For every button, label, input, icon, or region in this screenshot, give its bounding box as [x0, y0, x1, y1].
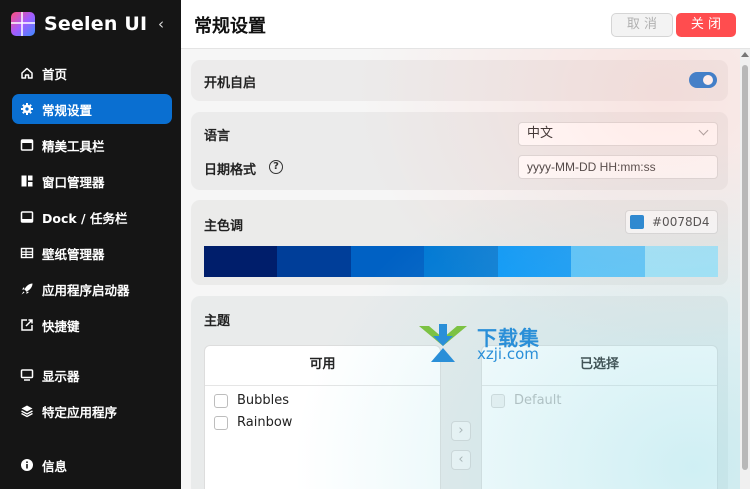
- palette-swatch-5: [497, 246, 572, 277]
- main-content: 常规设置 取 消 关 闭 开机自启 语言 中文 日期格式 ? 主色调 #0078…: [181, 0, 750, 489]
- palette-swatch-7: [644, 246, 718, 277]
- sidebar: Seelen UI ‹ 首页 常规设置 精美工具栏 窗口管理器 Dock / 任…: [0, 0, 181, 489]
- watermark-logo: [419, 324, 467, 362]
- page-title: 常规设置: [194, 16, 266, 37]
- layers-icon: [20, 404, 34, 418]
- sidebar-item-label: 信息: [42, 458, 68, 474]
- sidebar-bottom: 信息: [12, 450, 172, 486]
- scroll-thumb[interactable]: [742, 65, 748, 470]
- accent-color-picker[interactable]: #0078D4: [625, 210, 718, 234]
- palette-swatch-2: [277, 246, 351, 277]
- language-select[interactable]: 中文: [518, 122, 718, 146]
- theme-name: Bubbles: [237, 393, 290, 408]
- scroll-up-icon[interactable]: [741, 52, 749, 57]
- rocket-icon: [20, 282, 34, 296]
- palette-swatch-1: [204, 246, 278, 277]
- toolbar-icon: [20, 138, 34, 152]
- brand: Seelen UI: [11, 12, 147, 36]
- sidebar-item-label: Dock / 任务栏: [42, 210, 128, 226]
- sidebar-item-general-settings[interactable]: 常规设置: [12, 94, 172, 124]
- sidebar-item-home[interactable]: 首页: [12, 58, 172, 88]
- autostart-card: 开机自启: [191, 60, 728, 101]
- available-themes-header: 可用: [205, 346, 440, 386]
- sidebar-item-label: 特定应用程序: [42, 404, 118, 420]
- autostart-toggle[interactable]: [689, 72, 717, 88]
- sidebar-item-label: 首页: [42, 66, 68, 82]
- sidebar-item-label: 应用程序启动器: [42, 282, 130, 298]
- watermark-subtitle: xzji.com: [477, 345, 539, 363]
- palette-swatch-4: [424, 246, 498, 277]
- theme-name: Rainbow: [237, 415, 293, 430]
- sidebar-item-specific-apps[interactable]: 特定应用程序: [12, 396, 172, 426]
- close-button[interactable]: 关 闭: [676, 13, 736, 37]
- sidebar-item-label: 壁纸管理器: [42, 246, 105, 262]
- sidebar-item-label: 常规设置: [42, 102, 93, 118]
- sidebar-item-label: 精美工具栏: [42, 138, 105, 154]
- date-format-field[interactable]: [518, 155, 718, 179]
- cancel-button[interactable]: 取 消: [611, 13, 673, 37]
- list-item: Default: [482, 390, 717, 412]
- gear-icon: [20, 102, 34, 116]
- color-swatch: [630, 215, 644, 229]
- toggle-knob: [703, 75, 713, 85]
- color-hex-value: #0078D4: [652, 215, 710, 229]
- checkbox[interactable]: [214, 416, 228, 430]
- home-icon: [20, 66, 34, 80]
- sidebar-item-toolbar[interactable]: 精美工具栏: [12, 130, 172, 160]
- monitor-icon: [20, 368, 34, 382]
- language-card: 语言 中文 日期格式 ?: [191, 112, 728, 190]
- accent-palette: [204, 246, 718, 277]
- sidebar-item-info[interactable]: 信息: [12, 450, 172, 480]
- header: 常规设置 取 消 关 闭: [181, 0, 750, 49]
- accent-color-card: 主色调 #0078D4: [191, 200, 728, 285]
- collapse-sidebar-icon[interactable]: ‹: [153, 14, 169, 34]
- scrollbar[interactable]: [740, 49, 750, 489]
- theme-label: 主题: [204, 314, 231, 329]
- theme-transfer: 可用 Bubbles Rainbow › ‹ 已选择 Default: [204, 345, 718, 489]
- sidebar-item-wallpaper[interactable]: 壁纸管理器: [12, 238, 172, 268]
- sidebar-item-shortcuts[interactable]: 快捷键: [12, 310, 172, 340]
- wallpaper-icon: [20, 246, 34, 260]
- palette-swatch-6: [571, 246, 645, 277]
- selected-themes-list: 已选择 Default: [481, 345, 718, 489]
- chevron-down-icon: [698, 125, 709, 136]
- accent-color-label: 主色调: [204, 219, 244, 234]
- window-manager-icon: [20, 174, 34, 188]
- sidebar-item-label: 显示器: [42, 368, 80, 384]
- checkbox[interactable]: [214, 394, 228, 408]
- sidebar-item-window-manager[interactable]: 窗口管理器: [12, 166, 172, 196]
- sidebar-item-dock[interactable]: Dock / 任务栏: [12, 202, 172, 232]
- help-icon[interactable]: ?: [269, 160, 283, 174]
- checkbox: [491, 394, 505, 408]
- date-format-label: 日期格式: [204, 163, 257, 178]
- language-label: 语言: [204, 129, 231, 144]
- theme-name: Default: [514, 393, 562, 408]
- watermark: 下载集 xzji.com: [417, 322, 557, 364]
- available-themes-list: 可用 Bubbles Rainbow: [204, 345, 441, 489]
- shortcut-icon: [20, 318, 34, 332]
- move-left-button[interactable]: ‹: [451, 450, 471, 470]
- sidebar-item-launcher[interactable]: 应用程序启动器: [12, 274, 172, 304]
- sidebar-nav: 首页 常规设置 精美工具栏 窗口管理器 Dock / 任务栏 壁纸管理器 应用程…: [12, 58, 172, 432]
- list-item[interactable]: Rainbow: [205, 412, 440, 434]
- autostart-label: 开机自启: [204, 76, 257, 91]
- dock-icon: [20, 210, 34, 224]
- language-value: 中文: [527, 126, 554, 141]
- list-item[interactable]: Bubbles: [205, 390, 440, 412]
- sidebar-item-label: 窗口管理器: [42, 174, 105, 190]
- info-icon: [20, 458, 34, 472]
- sidebar-item-monitor[interactable]: 显示器: [12, 360, 172, 390]
- sidebar-item-label: 快捷键: [42, 318, 80, 334]
- app-name: Seelen UI: [44, 13, 148, 35]
- move-right-button[interactable]: ›: [451, 421, 471, 441]
- palette-swatch-3: [350, 246, 425, 277]
- app-logo: [11, 12, 35, 36]
